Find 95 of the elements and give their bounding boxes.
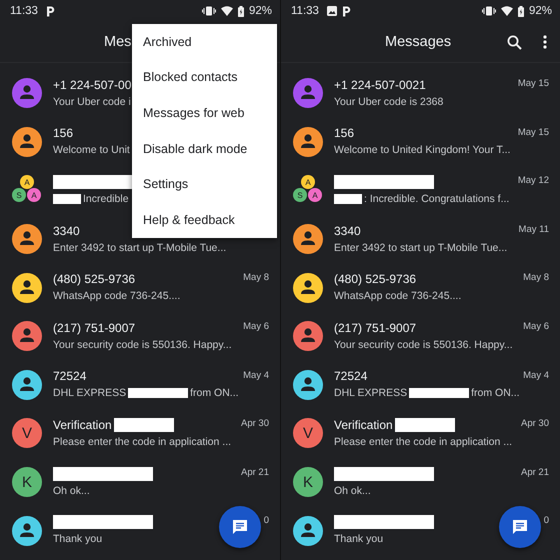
redaction-block <box>114 418 174 432</box>
group-member-avatar: S <box>293 188 307 202</box>
message-preview: : Incredible. Congratulations f... <box>364 192 510 205</box>
battery-level: 92% <box>528 5 552 17</box>
more-options-icon[interactable] <box>543 35 547 49</box>
message-preview: Thank you <box>53 533 102 546</box>
contact-name: 156 <box>53 126 74 140</box>
app-title: Messages <box>385 34 452 50</box>
group-member-avatar: A <box>20 175 34 190</box>
contact-name: 72524 <box>53 369 86 384</box>
message-preview: Please enter the code in application ... <box>334 436 512 448</box>
contact-name: 156 <box>334 126 354 140</box>
menu-item[interactable]: Disable dark mode <box>132 130 277 166</box>
search-icon[interactable] <box>507 34 522 50</box>
compose-button[interactable] <box>499 506 541 548</box>
menu-item[interactable]: Help & feedback <box>132 202 277 238</box>
message-date: May 15 <box>518 78 549 89</box>
message-preview: WhatsApp code 736-245.... <box>53 290 180 302</box>
redaction-block <box>409 388 470 398</box>
message-preview: Your Uber code i <box>53 96 131 108</box>
message-preview: DHL EXPRESS <box>53 387 126 400</box>
contact-name: Verification <box>334 418 393 432</box>
redaction-block <box>334 194 362 204</box>
image-icon <box>326 6 337 16</box>
parking-icon <box>342 6 351 16</box>
battery-icon <box>518 6 524 16</box>
vibrate-icon <box>202 6 216 16</box>
message-preview: Enter 3492 to start up T-Mobile Tue... <box>53 242 226 254</box>
group-member-avatar: S <box>12 188 26 202</box>
redaction-block <box>128 388 188 398</box>
contact-name: 3340 <box>334 224 361 238</box>
compose-button[interactable] <box>219 506 261 548</box>
contact-name: 3340 <box>53 224 80 238</box>
message-preview: Your security code is 550136. Happy... <box>334 338 513 351</box>
chat-icon <box>232 519 248 535</box>
contact-avatar: V <box>12 418 42 448</box>
message-date: Apr 30 <box>521 418 549 430</box>
redaction-block <box>394 418 455 432</box>
contact-name: 72524 <box>334 369 368 384</box>
message-date: May 6 <box>243 320 269 332</box>
message-preview: Enter 3492 to start up T-Mobile Tue... <box>334 242 508 254</box>
message-preview: Welcome to United Kingdom! Your T... <box>334 144 510 156</box>
message-preview: DHL EXPRESS <box>334 387 408 400</box>
status-time: 11:33 <box>10 5 38 17</box>
message-date: May 6 <box>523 320 549 332</box>
contact-name: +1 224-507-00 <box>53 78 132 92</box>
message-date: Apr 21 <box>241 466 269 478</box>
message-date: May 12 <box>518 175 549 186</box>
group-member-avatar: A <box>308 188 322 202</box>
message-preview: from ON... <box>190 387 239 400</box>
message-date: May 11 <box>518 224 549 235</box>
contact-avatar: V <box>293 418 323 448</box>
message-preview: Thank you <box>334 533 384 546</box>
message-preview: Oh ok... <box>334 484 371 497</box>
message-preview: Welcome to Unit <box>53 144 130 156</box>
contact-name: Verification <box>53 418 112 432</box>
group-member-avatar: A <box>301 175 315 190</box>
menu-item[interactable]: Blocked contacts <box>132 60 277 96</box>
message-date: Apr 21 <box>521 466 549 478</box>
wifi-icon <box>500 6 513 16</box>
vibrate-icon <box>482 6 496 16</box>
message-date: May 4 <box>243 370 269 381</box>
menu-item[interactable]: Messages for web <box>132 95 277 131</box>
message-preview: Oh ok... <box>53 484 90 497</box>
chat-icon <box>512 519 528 535</box>
message-date: Apr 30 <box>241 418 269 430</box>
contact-avatar: K <box>293 467 323 498</box>
message-preview: WhatsApp code 736-245.... <box>334 290 462 302</box>
contact-name: (217) 751-9007 <box>334 320 416 335</box>
contact-name: +1 224-507-0021 <box>334 78 426 92</box>
message-date: May 8 <box>243 272 269 284</box>
message-preview: from ON... <box>471 387 520 400</box>
message-preview: Incredible <box>83 192 129 205</box>
group-member-avatar: A <box>27 188 41 202</box>
contact-avatar: K <box>12 467 42 498</box>
wifi-icon <box>220 6 233 16</box>
parking-icon <box>46 6 55 16</box>
contact-name: (480) 525-9736 <box>334 272 416 286</box>
contact-name: (480) 525-9736 <box>53 272 136 286</box>
menu-item[interactable]: Settings <box>132 166 277 202</box>
message-date: 0 <box>544 515 549 526</box>
battery-icon <box>238 6 244 16</box>
redaction-block <box>53 194 81 204</box>
message-preview: Your security code is 550136. Happy... <box>53 338 232 351</box>
message-preview: Please enter the code in application ... <box>53 436 232 448</box>
menu-item[interactable]: Archived <box>132 24 277 60</box>
battery-level: 92% <box>248 5 272 17</box>
message-date: 0 <box>264 515 269 526</box>
message-date: May 8 <box>523 272 549 284</box>
message-date: May 15 <box>518 126 549 138</box>
message-date: May 4 <box>523 370 549 381</box>
app-title: Mes <box>104 34 132 50</box>
status-time: 11:33 <box>291 5 319 17</box>
message-preview: Your Uber code is 2368 <box>334 96 444 108</box>
contact-name: (217) 751-9007 <box>53 320 136 335</box>
